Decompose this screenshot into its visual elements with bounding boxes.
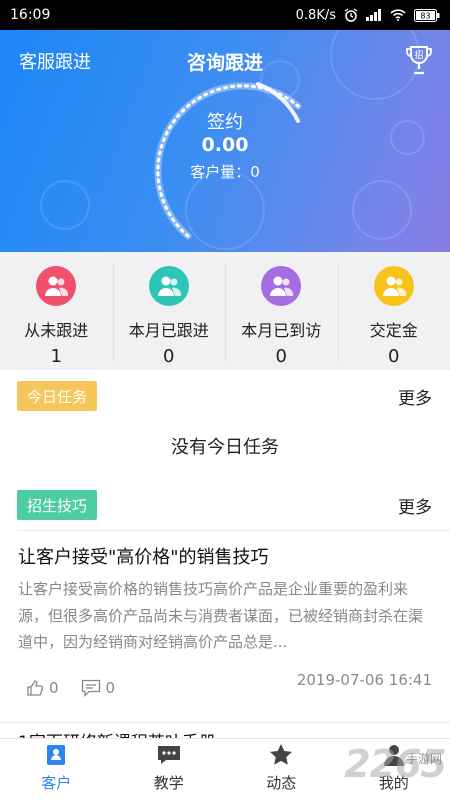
today-tasks-section: 今日任务 更多 没有今日任务: [0, 370, 450, 480]
network-speed: 0.8K/s: [295, 7, 336, 23]
people-icon: [148, 266, 189, 306]
comment-button[interactable]: 0: [81, 679, 116, 697]
tab-label: 教学: [153, 774, 184, 792]
no-tasks-message: 没有今日任务: [171, 437, 279, 458]
stat-never-followed[interactable]: 从未跟进 1: [0, 256, 113, 370]
stat-label: 从未跟进: [24, 321, 89, 340]
tab-teaching[interactable]: 教学: [113, 739, 226, 800]
customer-icon: [47, 745, 66, 765]
chat-icon: [157, 746, 180, 764]
signed-label: 签约: [207, 112, 243, 133]
star-icon: [270, 744, 293, 765]
like-button[interactable]: 0: [26, 679, 59, 697]
stat-visited-this-month[interactable]: 本月已到访 0: [225, 256, 338, 370]
article-title[interactable]: 让客户接受"高价格"的销售技巧: [18, 543, 269, 569]
like-count: 0: [49, 679, 59, 697]
decor-circle: [352, 180, 412, 240]
battery-level: 83: [420, 11, 430, 20]
trophy-icon[interactable]: 招: [406, 44, 432, 76]
article-date: 2019-07-06 16:41: [296, 671, 432, 689]
stat-label: 本月已跟进: [128, 321, 209, 340]
stats-row: 从未跟进 1 本月已跟进 0 本月已到访 0 交定金 0: [0, 256, 450, 370]
stat-label: 交定金: [369, 321, 418, 340]
comment-count: 0: [105, 679, 116, 697]
today-tasks-tag: 今日任务: [17, 381, 98, 411]
wifi-icon: [390, 9, 406, 21]
header-banner: 客服跟进 咨询跟进 招 签约 0.00 客户量：0: [0, 30, 450, 252]
stat-value: 0: [388, 346, 400, 367]
enrollment-tips-tag: 招生技巧: [17, 490, 98, 520]
people-icon: [261, 266, 302, 306]
watermark-subtext: 手游网: [405, 752, 442, 766]
comment-icon: [81, 679, 100, 697]
tab-customer[interactable]: 客户: [0, 739, 113, 800]
enrollment-tips-section: 招生技巧 更多 让客户接受"高价格"的销售技巧 让客户接受高价格的销售技巧高价产…: [0, 480, 450, 738]
thumbs-up-icon: [27, 680, 44, 696]
people-icon: [36, 266, 77, 306]
stat-label: 本月已到访: [241, 321, 322, 340]
article-summary: 让客户接受高价格的销售技巧高价产品是企业重要的盈利来源，但很多高价产品尚未与消费…: [18, 580, 424, 651]
divider: [17, 530, 450, 531]
enrollment-tips-more-link[interactable]: 更多: [398, 493, 432, 518]
stat-followed-this-month[interactable]: 本月已跟进 0: [112, 256, 226, 370]
stat-value: 1: [50, 346, 62, 367]
signed-amount: 0.00: [201, 134, 249, 156]
alarm-icon: [344, 8, 358, 22]
stat-value: 0: [275, 346, 287, 367]
status-bar: 16:09 0.8K/s 83: [0, 0, 450, 30]
customer-count: 客户量：0: [190, 163, 260, 181]
trophy-text: 招: [414, 49, 423, 61]
status-time: 16:09: [10, 7, 51, 23]
article-title-next[interactable]: 1家面研修新课程茶叶手册: [18, 728, 216, 738]
today-tasks-more-link[interactable]: 更多: [398, 384, 432, 409]
tab-updates[interactable]: 动态: [225, 739, 338, 800]
stat-value: 0: [163, 346, 175, 367]
divider: [0, 722, 450, 723]
battery-icon: 83: [414, 8, 440, 22]
tab-label: 客户: [41, 774, 72, 792]
tab-label: 动态: [266, 774, 297, 792]
decor-circle: [40, 180, 90, 230]
article-meta: 0 0: [26, 679, 115, 697]
people-icon: [373, 266, 414, 306]
page-title: 咨询跟进: [186, 52, 263, 74]
signal-icon: [366, 9, 382, 21]
stat-deposit-paid[interactable]: 交定金 0: [337, 256, 450, 370]
